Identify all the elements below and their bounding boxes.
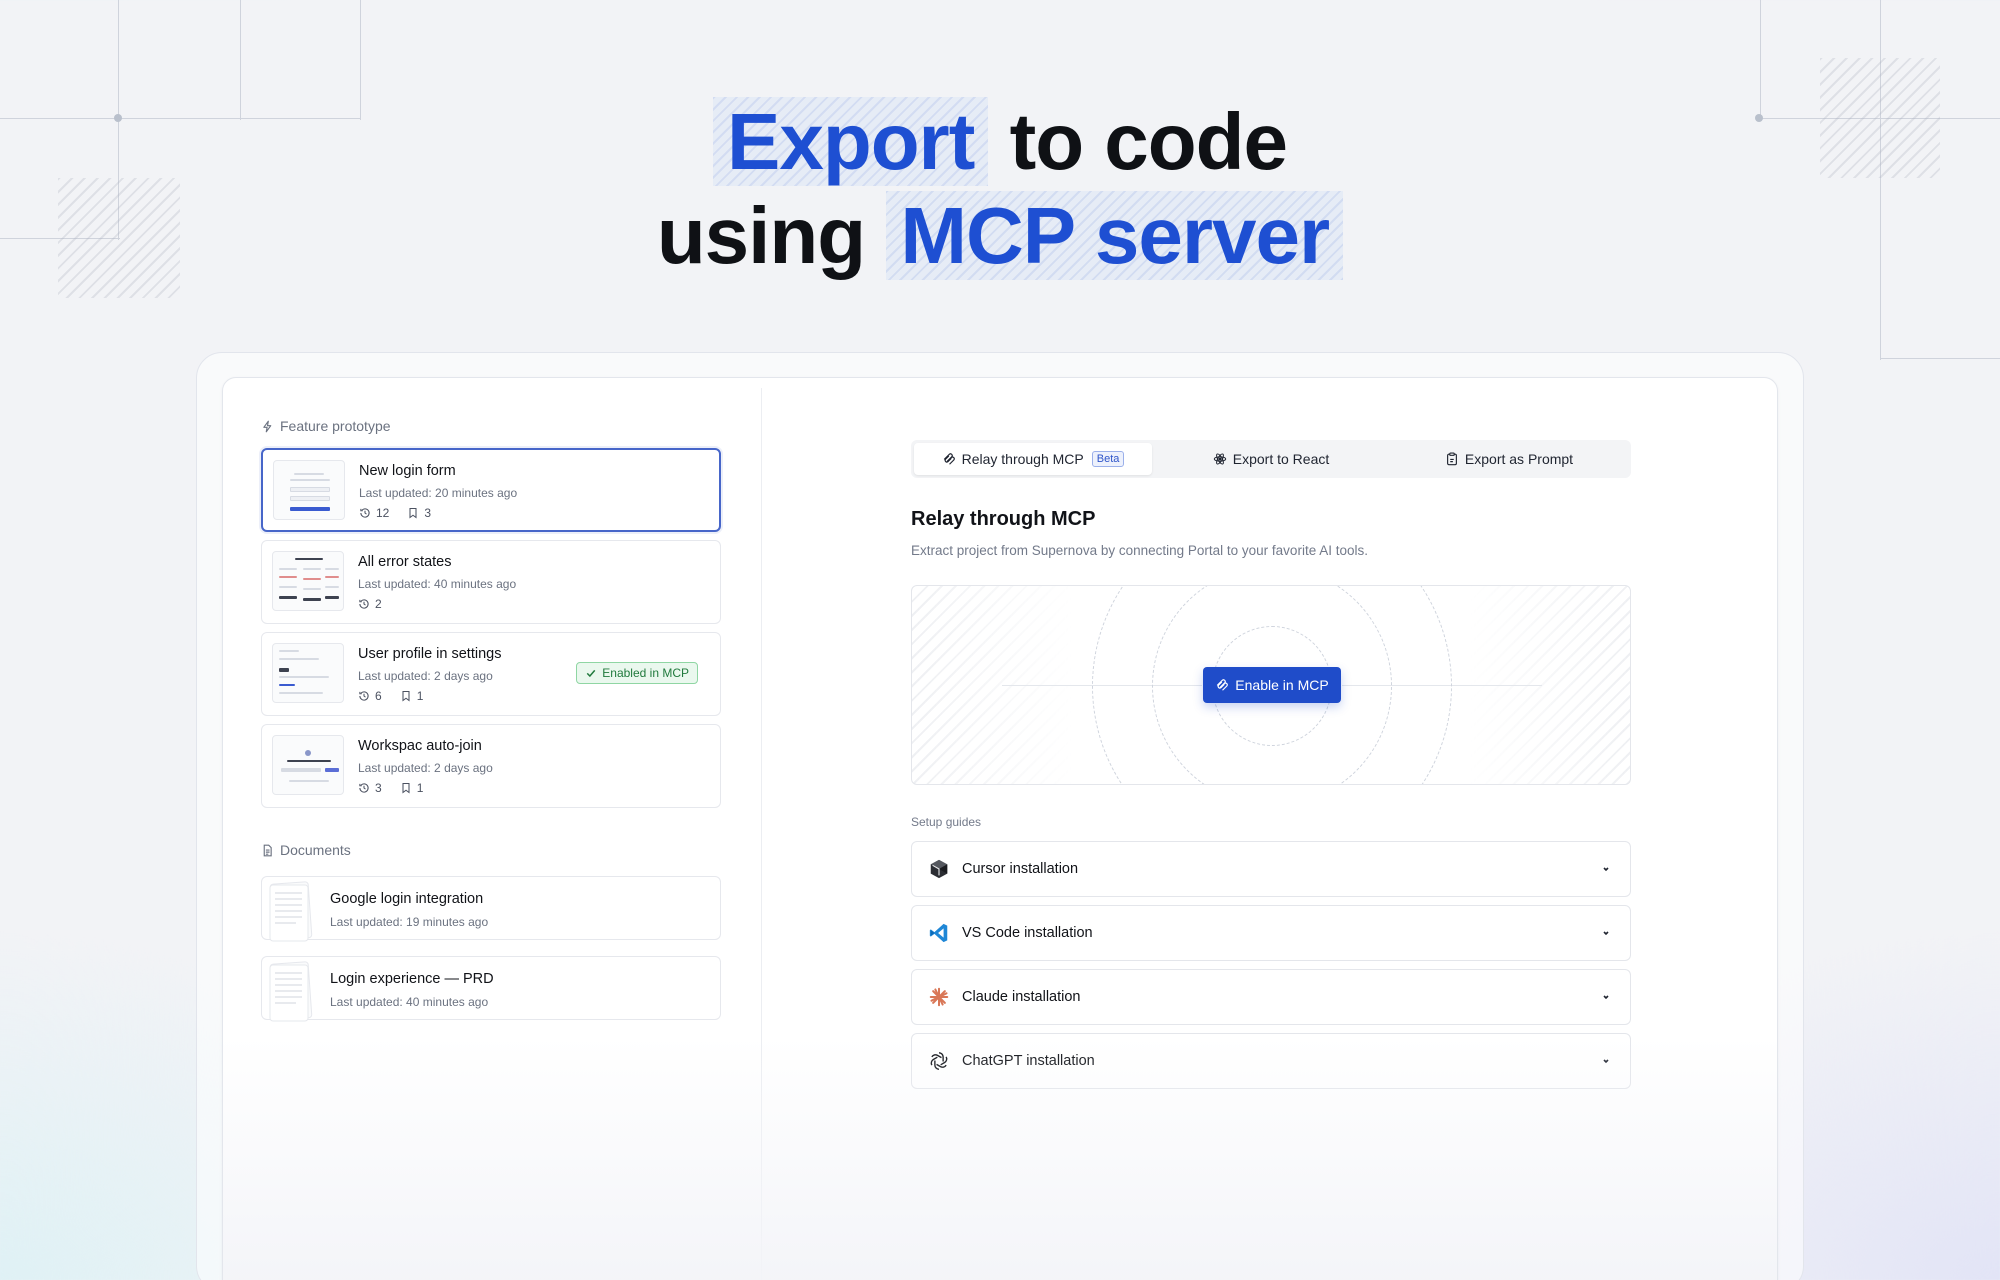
bookmark-icon [402,690,410,702]
prototype-title: New login form [359,463,456,479]
headline-highlight-export: Export [713,97,988,186]
version-count: 3 [375,781,382,795]
prototype-thumbnail [273,460,345,520]
bg-grid-line [1880,358,2000,359]
section-label-documents: Documents [261,842,351,858]
prototype-meta: 3 1 [358,781,423,795]
prototype-updated: Last updated: 2 days ago [358,669,493,683]
app-window: Feature prototype New login form Last up… [222,377,1778,1280]
bookmark-icon [409,507,417,519]
enable-in-mcp-button[interactable]: Enable in MCP [1203,667,1341,703]
prototype-title: Workspac auto-join [358,738,482,754]
headline-text: to code [1009,97,1288,186]
tab-export-as-prompt[interactable]: Export as Prompt [1390,443,1628,475]
check-icon [587,669,596,678]
history-icon [359,599,369,609]
prototype-card-new-login-form[interactable]: New login form Last updated: 20 minutes … [261,448,721,532]
version-count: 2 [375,597,382,611]
button-label: Enable in MCP [1235,677,1329,693]
claude-logo-icon [929,987,949,1007]
guide-label: VS Code installation [962,925,1093,941]
headline-highlight-mcp: MCP server [886,191,1343,280]
relay-title: Relay through MCP [911,508,1096,530]
chevron-down-icon [1603,995,1609,1000]
document-card-google-login[interactable]: Google login integration Last updated: 1… [261,876,721,942]
document-page-icon [269,881,313,942]
clipboard-icon [1446,452,1457,466]
chevron-down-icon [1603,867,1609,872]
guide-cursor[interactable]: Cursor installation [911,841,1631,897]
tab-export-to-react[interactable]: Export to React [1152,443,1390,475]
mcp-icon [1217,679,1229,691]
prototype-updated: Last updated: 20 minutes ago [359,486,518,500]
section-label-text: Documents [280,842,351,858]
history-icon [359,783,369,793]
mcp-connect-panel: Enable in MCP [911,585,1631,785]
mcp-icon [943,453,955,465]
history-icon [359,691,369,701]
bolt-icon [263,420,272,432]
page-headline: Export to code using MCP server [0,95,2000,283]
headline-text: using [656,191,866,280]
prototype-updated: Last updated: 2 days ago [358,761,493,775]
enabled-in-mcp-badge: Enabled in MCP [576,662,698,684]
version-count: 6 [375,689,382,703]
bookmark-count: 1 [416,689,424,703]
document-card-login-prd[interactable]: Login experience — PRD Last updated: 40 … [261,956,721,1022]
version-count: 12 [376,506,390,520]
panel-divider [761,388,762,1280]
guide-label: ChatGPT installation [962,1053,1095,1069]
beta-badge: Beta [1091,451,1125,467]
history-icon [360,508,370,518]
document-updated: Last updated: 40 minutes ago [330,995,489,1009]
bookmark-count: 3 [424,506,432,520]
badge-label: Enabled in MCP [602,666,689,680]
chevron-down-icon [1603,931,1609,936]
document-title: Login experience — PRD [330,971,494,987]
prototype-card-workspace-auto-join[interactable]: Workspac auto-join Last updated: 2 days … [261,724,721,808]
document-page-icon [269,961,313,1022]
prototype-meta: 6 1 [358,689,423,703]
document-updated: Last updated: 19 minutes ago [330,915,489,929]
guide-label: Cursor installation [962,861,1079,877]
tab-label: Export as Prompt [1464,451,1574,467]
prototype-title: User profile in settings [358,646,502,662]
chatgpt-logo-icon [930,1052,948,1070]
react-icon [1213,453,1226,465]
section-label-text: Feature prototype [280,418,391,434]
guide-chatgpt[interactable]: ChatGPT installation [911,1033,1631,1089]
bookmark-count: 1 [416,781,424,795]
chevron-down-icon [1603,1059,1609,1064]
tab-relay-through-mcp[interactable]: Relay through MCP Beta [914,443,1152,475]
setup-guides-label: Setup guides [911,815,982,829]
vscode-logo-icon [929,923,948,943]
section-label-prototypes: Feature prototype [261,418,391,434]
document-icon [263,844,272,856]
cursor-logo-icon [930,859,948,879]
prototype-updated: Last updated: 40 minutes ago [358,577,517,591]
guide-vscode[interactable]: VS Code installation [911,905,1631,961]
tab-label: Relay through MCP [961,451,1084,467]
bookmark-icon [402,782,410,794]
prototype-meta: 12 3 [359,506,431,520]
prototype-thumbnail [272,735,344,795]
prototype-meta: 2 [358,597,382,611]
relay-subtitle: Extract project from Supernova by connec… [911,543,1368,558]
prototype-title: All error states [358,554,452,570]
guide-label: Claude installation [962,989,1081,1005]
document-title: Google login integration [330,891,484,907]
prototype-card-user-profile[interactable]: User profile in settings Last updated: 2… [261,632,721,716]
prototype-thumbnail [272,643,344,703]
guide-claude[interactable]: Claude installation [911,969,1631,1025]
prototype-thumbnail [272,551,344,611]
tab-label: Export to React [1232,451,1330,467]
prototype-card-all-error-states[interactable]: All error states Last updated: 40 minute… [261,540,721,624]
export-tabs: Relay through MCP Beta Export to React E… [911,440,1631,478]
